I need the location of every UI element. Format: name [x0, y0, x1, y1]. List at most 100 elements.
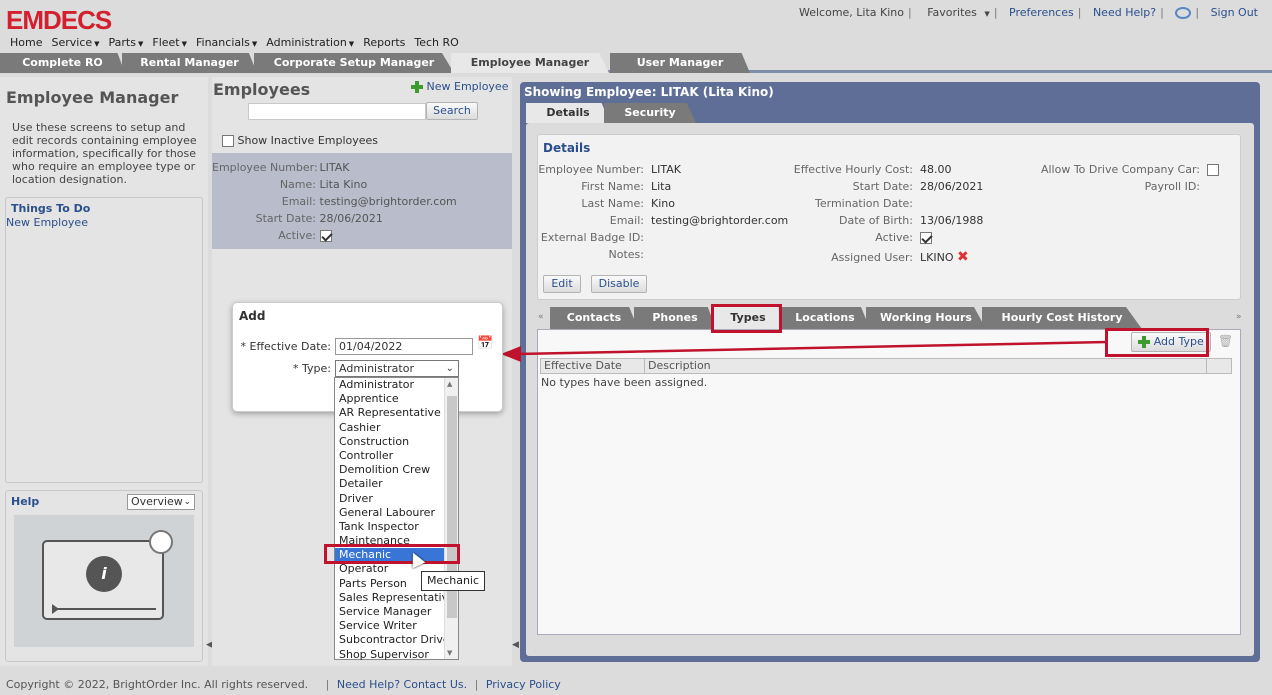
menu-parts[interactable]: Parts ▼ [109, 36, 144, 49]
help-box: Help Overview ⌄ i [5, 490, 203, 662]
show-inactive-toggle[interactable]: Show Inactive Employees [222, 134, 378, 147]
employee-card[interactable]: Employee Number: LITAK Name: Lita Kino E… [212, 153, 512, 249]
remove-user-icon[interactable]: ✖ [957, 249, 969, 265]
disable-button[interactable]: Disable [591, 275, 647, 293]
type-option[interactable]: Driver [335, 492, 458, 506]
type-select[interactable]: Administrator ⌄ [335, 360, 459, 377]
privacy-policy-link[interactable]: Privacy Policy [486, 678, 561, 691]
left-panel: Employee Manager Use these screens to se… [0, 77, 208, 666]
type-option[interactable]: Demolition Crew [335, 463, 458, 477]
type-option[interactable]: Sales Representative [335, 591, 458, 605]
employee-detail-panel: Showing Employee: LITAK (Lita Kino) Deta… [520, 82, 1260, 662]
emdecs-logo[interactable]: EMDECS [6, 6, 112, 34]
tab-corporate-setup-manager[interactable]: Corporate Setup Manager [254, 53, 454, 73]
details-box: Details Employee Number: LITAK First Nam… [537, 134, 1241, 300]
collapse-mid-icon[interactable]: ◀ [512, 640, 519, 650]
tab-details[interactable]: Details [526, 103, 610, 123]
tab-hourly-cost-history[interactable]: Hourly Cost History [982, 307, 1142, 329]
favorites-menu[interactable]: Favorites ▼ [923, 6, 990, 19]
caret-down-icon: ▼ [251, 40, 258, 48]
need-help-link[interactable]: Need Help? [1093, 6, 1156, 19]
new-employee-link[interactable]: New Employee [6, 216, 202, 229]
help-topic-select[interactable]: Overview ⌄ [127, 494, 195, 510]
detail-active-checkbox [920, 232, 932, 244]
type-option[interactable]: General Labourer [335, 506, 458, 520]
tab-complete-ro[interactable]: Complete RO [0, 53, 125, 73]
type-option[interactable]: AR Representative [335, 406, 458, 420]
highlight-types-tab [711, 304, 782, 333]
tab-employee-manager[interactable]: Employee Manager [451, 53, 609, 73]
page-title: Employee Manager [6, 88, 179, 107]
tab-rental-manager[interactable]: Rental Manager [122, 53, 257, 73]
contact-us-link[interactable]: Need Help? Contact Us. [337, 678, 467, 691]
copyright-text: Copyright © 2022, BrightOrder Inc. All r… [6, 678, 309, 691]
highlight-add-type [1105, 328, 1209, 357]
type-option[interactable]: Cashier [335, 421, 458, 435]
highlight-mechanic [324, 544, 460, 564]
main-menu: Home Service ▼ Parts ▼ Fleet ▼ Financials ▼ … [10, 36, 468, 49]
chevron-down-icon: ⌄ [183, 497, 191, 507]
play-icon [52, 604, 59, 614]
footer: Copyright © 2022, BrightOrder Inc. All r… [6, 678, 561, 691]
type-option[interactable]: Controller [335, 449, 458, 463]
tab-working-hours[interactable]: Working Hours [866, 307, 986, 329]
spinner-icon [149, 530, 173, 554]
menu-fleet[interactable]: Fleet ▼ [152, 36, 187, 49]
caret-down-icon: ▼ [137, 40, 144, 48]
tabs-scroll-right-icon[interactable]: » [1236, 312, 1242, 322]
chat-icon[interactable] [1175, 7, 1192, 19]
detail-inner: Details Employee Number: LITAK First Nam… [526, 123, 1254, 656]
calendar-icon[interactable]: 📅 [477, 336, 493, 352]
caret-down-icon: ▼ [348, 40, 355, 48]
scroll-down-icon[interactable]: ▼ [447, 649, 452, 657]
tabs-scroll-left-icon[interactable]: « [538, 312, 544, 322]
menu-financials[interactable]: Financials ▼ [196, 36, 257, 49]
menu-home[interactable]: Home [10, 36, 42, 49]
caret-down-icon: ▼ [181, 40, 187, 48]
welcome-text: Welcome, Lita Kino [798, 6, 904, 19]
employees-title: Employees [213, 80, 311, 99]
tab-contacts[interactable]: Contacts [550, 307, 638, 329]
inactive-checkbox[interactable] [222, 135, 234, 147]
red-arrow [501, 340, 1108, 362]
tab-phones[interactable]: Phones [634, 307, 716, 329]
type-dropdown-list: Administrator Apprentice AR Representative… [334, 377, 459, 662]
page-description: Use these screens to setup and edit reco… [12, 121, 197, 186]
employee-search-input[interactable] [248, 103, 426, 120]
menu-tech-ro[interactable]: Tech RO [414, 36, 458, 49]
scroll-up-icon[interactable]: ▲ [447, 380, 452, 388]
type-option[interactable]: Administrator [335, 378, 458, 392]
help-video-thumbnail[interactable]: i [14, 515, 194, 647]
type-option[interactable]: Subcontractor Driver [335, 633, 458, 647]
delete-icon[interactable]: 🗑 [1218, 334, 1234, 350]
app-tab-bar: Complete RO Rental Manager Corporate Set… [0, 53, 1272, 73]
dropdown-scrollbar[interactable]: ▲ ▼ [444, 378, 458, 659]
menu-service[interactable]: Service ▼ [51, 36, 99, 49]
type-option[interactable]: Tank Inspector [335, 520, 458, 534]
drive-company-car-checkbox[interactable] [1207, 164, 1219, 176]
tab-security[interactable]: Security [604, 103, 696, 123]
things-to-do-box: Things To Do New Employee [5, 197, 203, 483]
info-icon: i [86, 556, 122, 592]
type-option[interactable]: Apprentice [335, 392, 458, 406]
type-option[interactable]: Detailer [335, 477, 458, 491]
search-button[interactable]: Search [426, 102, 478, 120]
showing-employee-title: Showing Employee: LITAK (Lita Kino) [524, 85, 774, 99]
menu-administration[interactable]: Administration ▼ [266, 36, 354, 49]
type-option[interactable]: Shop Supervisor [335, 648, 458, 662]
type-option[interactable]: Service Writer [335, 619, 458, 633]
video-progress-bar [52, 608, 156, 610]
active-checkbox [319, 230, 332, 242]
edit-button[interactable]: Edit [543, 275, 581, 293]
types-grid: Add Type 🗑 Effective Date Description No… [537, 329, 1241, 635]
empty-message: No types have been assigned. [541, 376, 708, 389]
sign-out-link[interactable]: Sign Out [1211, 6, 1258, 19]
new-employee-button[interactable]: New Employee [411, 80, 508, 93]
tab-user-manager[interactable]: User Manager [610, 53, 750, 73]
preferences-link[interactable]: Preferences [1009, 6, 1074, 19]
type-option[interactable]: Construction [335, 435, 458, 449]
effective-date-input[interactable]: 01/04/2022 [335, 338, 473, 355]
menu-reports[interactable]: Reports [363, 36, 405, 49]
type-option[interactable]: Service Manager [335, 605, 458, 619]
tab-locations[interactable]: Locations [780, 307, 870, 329]
